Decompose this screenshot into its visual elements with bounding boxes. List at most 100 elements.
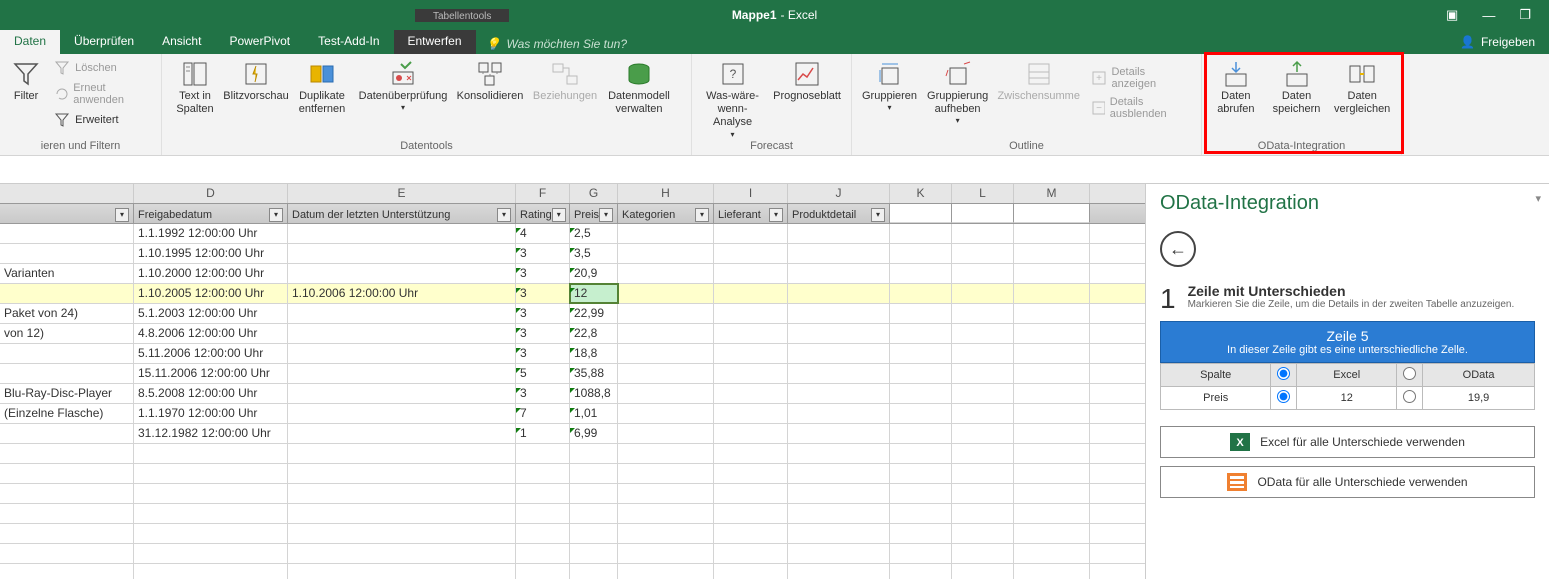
cell[interactable] — [714, 364, 788, 383]
cell[interactable] — [288, 264, 516, 283]
table-row[interactable] — [0, 444, 1145, 464]
cell[interactable] — [1014, 344, 1090, 363]
cell[interactable] — [714, 424, 788, 443]
table-row[interactable]: 15.11.2006 12:00:00 Uhr535,88 — [0, 364, 1145, 384]
cell[interactable] — [890, 244, 952, 263]
col-l[interactable]: L — [952, 184, 1014, 203]
cell[interactable] — [890, 404, 952, 423]
cell[interactable] — [952, 264, 1014, 283]
use-odata-all-button[interactable]: OData für alle Unterschiede verwenden — [1160, 466, 1535, 498]
cell[interactable] — [890, 364, 952, 383]
th-kategorien[interactable]: Kategorien▾ — [618, 204, 714, 223]
cell[interactable]: 31.12.1982 12:00:00 Uhr — [134, 424, 288, 443]
cell[interactable] — [288, 224, 516, 243]
ungroup-button[interactable]: Gruppierung aufheben▾ — [925, 58, 990, 126]
cell[interactable] — [890, 324, 952, 343]
cell[interactable] — [288, 244, 516, 263]
excel-value-radio[interactable] — [1277, 390, 1290, 403]
cell[interactable]: 6,99 — [570, 424, 618, 443]
spreadsheet[interactable]: D E F G H I J K L M ▾ Freigabedatum▾ Dat… — [0, 184, 1145, 579]
cell[interactable] — [288, 344, 516, 363]
th-freigabedatum[interactable]: Freigabedatum▾ — [134, 204, 288, 223]
cell[interactable] — [788, 424, 890, 443]
table-row[interactable] — [0, 484, 1145, 504]
reapply-filter-button[interactable]: Erneut anwenden — [50, 80, 153, 108]
filter-button[interactable]: Filter — [8, 58, 44, 103]
cell[interactable] — [0, 424, 134, 443]
cell[interactable] — [714, 384, 788, 403]
cell[interactable] — [788, 344, 890, 363]
cell[interactable]: Paket von 24) — [0, 304, 134, 323]
cell[interactable]: 4 — [516, 224, 570, 243]
cell[interactable] — [0, 364, 134, 383]
cell[interactable] — [1014, 284, 1090, 303]
cell[interactable] — [1014, 304, 1090, 323]
cell[interactable] — [714, 344, 788, 363]
table-row[interactable]: von 12)4.8.2006 12:00:00 Uhr322,8 — [0, 324, 1145, 344]
col-k[interactable]: K — [890, 184, 952, 203]
cell[interactable] — [952, 244, 1014, 263]
odata-compare-button[interactable]: Daten vergleichen — [1331, 58, 1393, 116]
th-blank[interactable]: ▾ — [0, 204, 134, 223]
cell[interactable] — [714, 224, 788, 243]
tab-ueberpruefen[interactable]: Überprüfen — [60, 30, 148, 54]
cell[interactable] — [788, 284, 890, 303]
cell[interactable] — [952, 384, 1014, 403]
cell[interactable] — [1014, 424, 1090, 443]
dropdown-icon[interactable]: ▾ — [599, 208, 613, 222]
col-f[interactable]: F — [516, 184, 570, 203]
cell[interactable] — [618, 244, 714, 263]
cell[interactable] — [714, 304, 788, 323]
cell[interactable] — [1014, 264, 1090, 283]
consolidate-button[interactable]: Konsolidieren — [454, 58, 526, 103]
cell[interactable]: 12 — [570, 284, 618, 303]
cell[interactable] — [788, 384, 890, 403]
cell[interactable] — [788, 364, 890, 383]
odata-save-button[interactable]: Daten speichern — [1268, 58, 1326, 116]
tell-me-search[interactable]: 💡 Was möchten Sie tun? — [476, 30, 637, 54]
cell[interactable]: 5.11.2006 12:00:00 Uhr — [134, 344, 288, 363]
tab-entwerfen[interactable]: Entwerfen — [394, 30, 476, 54]
cell[interactable] — [890, 284, 952, 303]
cell[interactable] — [788, 304, 890, 323]
cell[interactable]: 1.10.1995 12:00:00 Uhr — [134, 244, 288, 263]
table-row[interactable] — [0, 464, 1145, 484]
cell[interactable] — [1014, 364, 1090, 383]
table-row[interactable]: Paket von 24)5.1.2003 12:00:00 Uhr322,99 — [0, 304, 1145, 324]
cell[interactable] — [618, 224, 714, 243]
th-rating[interactable]: Rating▾ — [516, 204, 570, 223]
cell[interactable] — [788, 224, 890, 243]
cell[interactable]: Blu-Ray-Disc-Player — [0, 384, 134, 403]
cell[interactable] — [618, 304, 714, 323]
cell[interactable] — [1014, 404, 1090, 423]
th-lieferant[interactable]: Lieferant▾ — [714, 204, 788, 223]
cell[interactable] — [0, 224, 134, 243]
cell[interactable]: 3 — [516, 384, 570, 403]
group-button[interactable]: Gruppieren▾ — [860, 58, 919, 113]
th-preis[interactable]: Preis▾ — [570, 204, 618, 223]
back-button[interactable]: ← — [1160, 231, 1196, 267]
dropdown-icon[interactable]: ▾ — [269, 208, 283, 222]
cell[interactable]: 1.10.2005 12:00:00 Uhr — [134, 284, 288, 303]
ribbon-options-icon[interactable]: ▣ — [1446, 7, 1458, 23]
cell[interactable] — [714, 324, 788, 343]
advanced-filter-button[interactable]: Erweitert — [50, 110, 153, 130]
flash-fill-button[interactable]: Blitzvorschau — [226, 58, 286, 103]
table-row[interactable]: 1.10.1995 12:00:00 Uhr33,5 — [0, 244, 1145, 264]
minimize-icon[interactable]: — — [1482, 8, 1495, 23]
cell[interactable]: 1088,8 — [570, 384, 618, 403]
cell[interactable]: 1,01 — [570, 404, 618, 423]
dropdown-icon[interactable]: ▾ — [115, 208, 129, 222]
cell[interactable] — [952, 344, 1014, 363]
cell[interactable] — [952, 364, 1014, 383]
cell[interactable] — [0, 344, 134, 363]
dropdown-icon[interactable]: ▾ — [769, 208, 783, 222]
cell[interactable] — [890, 424, 952, 443]
table-row[interactable]: Varianten1.10.2000 12:00:00 Uhr320,9 — [0, 264, 1145, 284]
cell[interactable]: Varianten — [0, 264, 134, 283]
cell[interactable]: 3,5 — [570, 244, 618, 263]
cell[interactable]: 1 — [516, 424, 570, 443]
data-validation-button[interactable]: Datenüberprüfung▾ — [358, 58, 448, 113]
table-row[interactable]: 1.1.1992 12:00:00 Uhr42,5 — [0, 224, 1145, 244]
cell[interactable] — [288, 304, 516, 323]
